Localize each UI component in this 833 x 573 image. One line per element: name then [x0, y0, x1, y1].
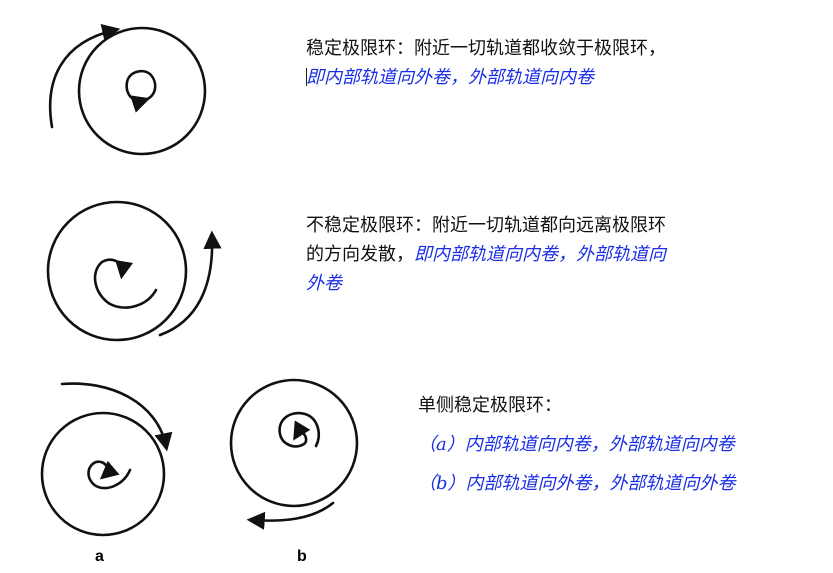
text-caret — [306, 68, 307, 86]
stable-text-blue: 即内部轨道向外卷，外部轨道向内卷 — [306, 67, 594, 88]
stable-limit-cycle — [48, 23, 207, 156]
semi-stable-cycle-a — [40, 382, 173, 537]
semi-item-b: （b）内部轨道向外卷，外部轨道向外卷 — [418, 473, 736, 494]
semi-b-cycle-circle — [229, 378, 359, 508]
unstable-description: 不稳定极限环：附近一切轨道都向远离极限环的方向发散，即内部轨道向内卷，外部轨道向… — [306, 211, 670, 298]
unstable-cycle-circle — [46, 200, 188, 342]
stable-cycle-circle — [77, 26, 207, 156]
unstable-outer-trajectory — [158, 230, 222, 337]
stable-description: 稳定极限环：附近一切轨道都收敛于极限环， 即内部轨道向外卷，外部轨道向内卷 — [306, 34, 670, 92]
semi-b-inner-spiral — [278, 411, 320, 448]
unstable-inner-spiral — [93, 258, 158, 309]
figure-label-b: b — [297, 548, 307, 565]
semi-a-inner-spiral — [87, 460, 132, 490]
semi-item-a: （a）内部轨道向内卷，外部轨道向内卷 — [418, 434, 735, 455]
stable-inner-spiral — [125, 69, 157, 113]
stable-text-black: 稳定极限环：附近一切轨道都收敛于极限环， — [306, 38, 666, 59]
semi-title: 单侧稳定极限环： — [418, 395, 562, 416]
unstable-limit-cycle — [46, 200, 222, 342]
semi-a-cycle-circle — [40, 411, 166, 537]
figure-label-a: a — [95, 548, 104, 565]
semi-stable-cycle-b — [229, 378, 359, 530]
